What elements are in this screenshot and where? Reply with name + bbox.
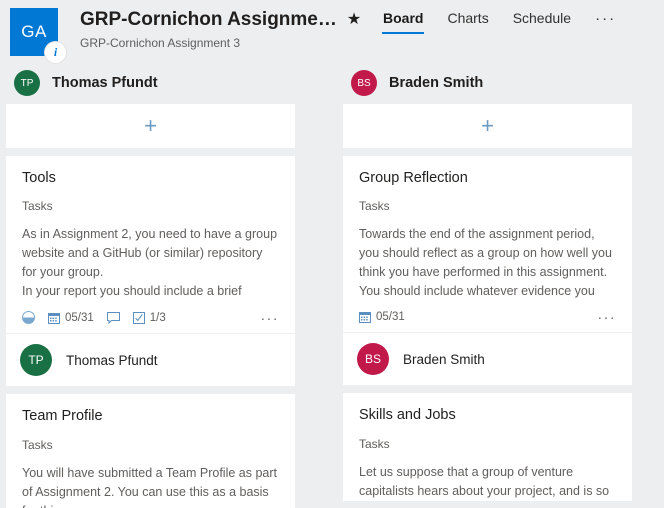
task-card-meta: 05/31 1/3 ··· (22, 311, 279, 333)
tab-board[interactable]: Board (382, 8, 425, 34)
task-card-assignee: BS Braden Smith (343, 332, 632, 385)
task-card[interactable]: Skills and Jobs Tasks Let us suppose tha… (343, 393, 632, 501)
star-filled-icon[interactable]: ★ (347, 12, 361, 28)
column-title: Braden Smith (389, 75, 484, 91)
task-card-description: Let us suppose that a group of venture c… (359, 464, 610, 498)
task-card-description: You will have submitted a Team Profile a… (22, 465, 277, 508)
plan-tabs: Board Charts Schedule ··· (382, 8, 617, 35)
avatar: BS (357, 343, 389, 376)
task-card[interactable]: Group Reflection Tasks Towards the end o… (343, 156, 632, 386)
task-card-title: Tools (22, 170, 56, 186)
task-card-title: Team Profile (22, 408, 103, 425)
add-card-button[interactable]: + (343, 104, 632, 148)
progress-half-icon (22, 311, 35, 325)
plan-title-block: GRP-Cornichon Assignme… ★ GRP-Cornichon … (80, 8, 361, 50)
task-card-title: Group Reflection (359, 170, 468, 186)
checkbox-icon (132, 311, 145, 324)
tab-charts[interactable]: Charts (446, 8, 489, 34)
board: TP Thomas Pfundt + Tools Tasks As in Ass… (0, 62, 664, 508)
column-title: Thomas Pfundt (52, 75, 158, 91)
add-card-button[interactable]: + (6, 104, 295, 148)
board-column-thomas-pfundt: TP Thomas Pfundt + Tools Tasks As in Ass… (6, 62, 295, 508)
plus-icon: + (481, 113, 494, 138)
column-header[interactable]: TP Thomas Pfundt (6, 62, 295, 104)
calendar-icon (48, 312, 60, 324)
checklist-label: 1/3 (149, 311, 166, 324)
plan-title-row: GRP-Cornichon Assignme… ★ (80, 9, 361, 31)
assignee-name: Thomas Pfundt (66, 352, 158, 368)
task-card-assignee: TP Thomas Pfundt (6, 333, 295, 386)
tab-more-icon[interactable]: ··· (594, 8, 617, 35)
task-card-bucket: Tasks (22, 199, 53, 214)
task-card-bucket: Tasks (22, 437, 53, 452)
card-more-icon[interactable]: ··· (261, 311, 280, 325)
avatar: TP (14, 70, 40, 96)
task-card-meta: 05/31 ··· (359, 310, 617, 332)
calendar-icon (359, 311, 371, 324)
plan-header: GA i GRP-Cornichon Assignme… ★ GRP-Corni… (0, 0, 664, 63)
task-card-description: Towards the end of the assignment period… (359, 227, 612, 299)
task-card-bucket: Tasks (359, 436, 390, 451)
task-card-description: As in Assignment 2, you need to have a g… (22, 227, 278, 299)
task-card[interactable]: Team Profile Tasks You will have submitt… (6, 394, 295, 508)
task-card[interactable]: Tools Tasks As in Assignment 2, you need… (6, 156, 295, 387)
plan-subtitle: GRP-Cornichon Assignment 3 (80, 36, 241, 50)
column-header[interactable]: BS Braden Smith (343, 62, 632, 104)
due-date-label: 05/31 (376, 311, 405, 324)
due-date: 05/31 (48, 312, 94, 324)
task-card-title: Skills and Jobs (359, 407, 456, 424)
due-date-label: 05/31 (65, 311, 94, 324)
comment-indicator (106, 311, 120, 324)
due-date: 05/31 (359, 311, 405, 324)
avatar: BS (351, 70, 377, 96)
avatar: TP (20, 344, 52, 377)
checklist-progress: 1/3 (132, 311, 166, 324)
task-card-bucket: Tasks (359, 199, 390, 214)
card-more-icon[interactable]: ··· (598, 310, 617, 324)
tab-schedule[interactable]: Schedule (512, 8, 572, 34)
plus-icon: + (144, 113, 157, 138)
plan-avatar[interactable]: GA i (10, 8, 66, 63)
page-title: GRP-Cornichon Assignme… (80, 9, 337, 30)
info-icon[interactable]: i (45, 42, 66, 63)
comment-icon (106, 311, 120, 324)
board-column-braden-smith: BS Braden Smith + Group Reflection Tasks… (343, 62, 632, 508)
assignee-name: Braden Smith (403, 351, 485, 367)
